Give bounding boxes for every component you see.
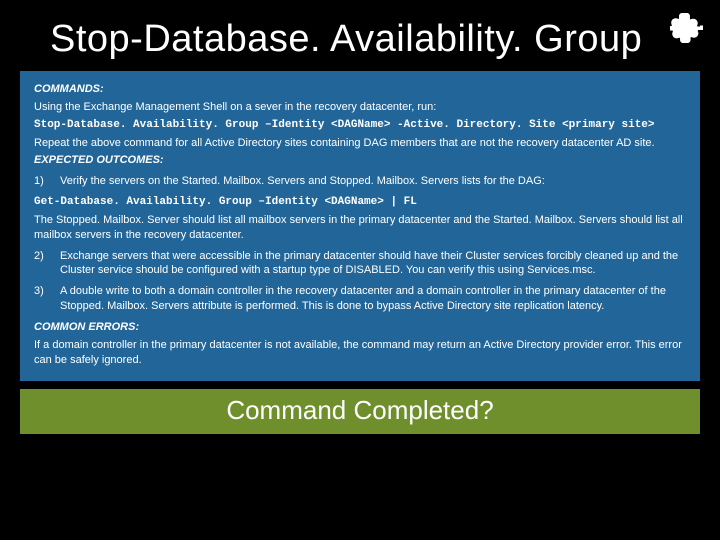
outcome-num-1: 1) xyxy=(34,174,60,189)
commands-repeat: Repeat the above command for all Active … xyxy=(34,136,686,151)
page-title: Stop-Database. Availability. Group xyxy=(0,0,720,71)
content-panel: COMMANDS: Using the Exchange Management … xyxy=(20,71,700,381)
errors-head: COMMON ERRORS: xyxy=(34,320,686,335)
outcome-num-3: 3) xyxy=(34,284,60,314)
outcome-body-3: A double write to both a domain controll… xyxy=(60,284,686,314)
command-get: Get-Database. Availability. Group –Ident… xyxy=(34,195,686,210)
outcome-row: 1) Verify the servers on the Started. Ma… xyxy=(34,174,686,189)
command-completed-button[interactable]: Command Completed? xyxy=(20,389,700,434)
outcome-1-after: The Stopped. Mailbox. Server should list… xyxy=(34,213,686,243)
outcome-row: 3) A double write to both a domain contr… xyxy=(34,284,686,314)
commands-intro: Using the Exchange Management Shell on a… xyxy=(34,100,686,115)
puzzle-piece-icon xyxy=(670,10,706,46)
command-stop: Stop-Database. Availability. Group –Iden… xyxy=(34,118,686,133)
outcome-body-1: Verify the servers on the Started. Mailb… xyxy=(60,174,686,189)
outcome-row: 2) Exchange servers that were accessible… xyxy=(34,249,686,279)
outcome-num-2: 2) xyxy=(34,249,60,279)
outcomes-head: EXPECTED OUTCOMES: xyxy=(34,153,686,168)
errors-body: If a domain controller in the primary da… xyxy=(34,338,686,368)
commands-head: COMMANDS: xyxy=(34,82,686,97)
outcome-body-2: Exchange servers that were accessible in… xyxy=(60,249,686,279)
